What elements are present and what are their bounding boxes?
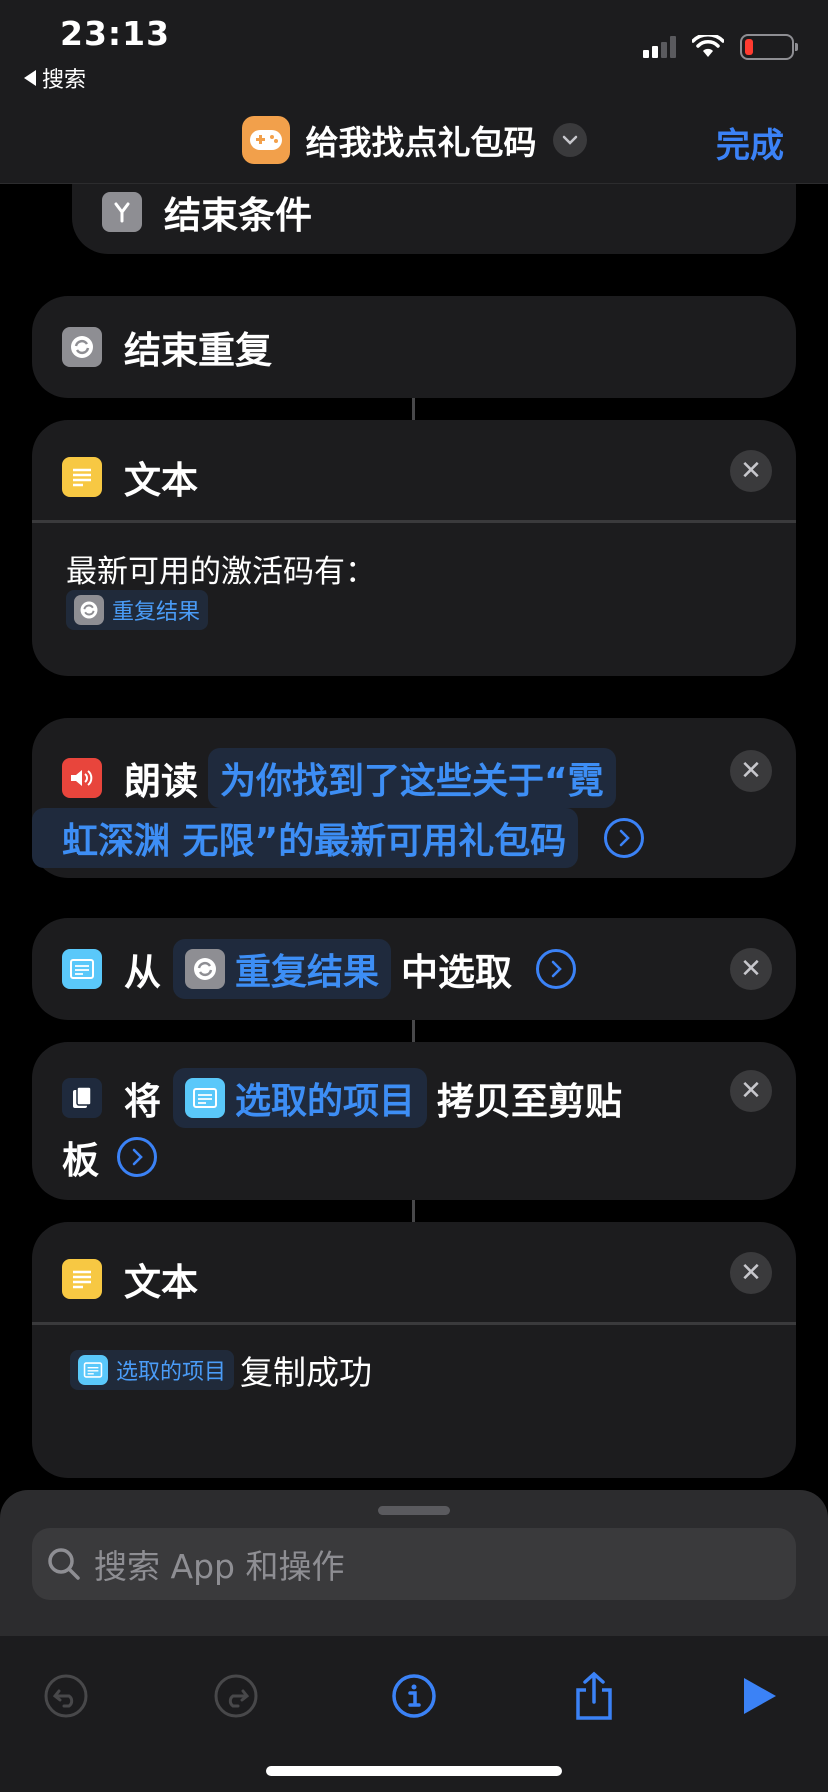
home-indicator: [266, 1766, 562, 1776]
choose-suffix-label: 中选取: [401, 951, 513, 994]
variable-token-chosen-item[interactable]: 选取的项目: [173, 1068, 428, 1128]
list-icon: [62, 949, 102, 989]
action-search-sheet: 搜索 App 和操作: [0, 1490, 828, 1792]
text-1-body[interactable]: 最新可用的激活码有：: [66, 546, 376, 591]
back-triangle-icon: [24, 70, 36, 86]
search-input[interactable]: 搜索 App 和操作: [94, 1540, 344, 1588]
remove-action-icon[interactable]: ✕: [730, 1252, 772, 1294]
expand-chevron-icon[interactable]: [117, 1137, 157, 1177]
top-bar: 23:13 搜索 给我找点礼包码 完成: [0, 0, 828, 184]
chevron-down-icon[interactable]: [552, 123, 587, 157]
sheet-grabber[interactable]: [378, 1506, 450, 1515]
done-button[interactable]: 完成: [716, 118, 784, 167]
speaker-icon: [62, 758, 102, 798]
variable-token-repeat-results[interactable]: 重复结果: [173, 939, 392, 999]
end-if-title: 结束条件: [164, 194, 312, 237]
text-2-body[interactable]: 复制成功: [240, 1346, 372, 1394]
card-divider: [32, 1322, 796, 1325]
choose-from-label: 从: [124, 951, 161, 994]
action-choose-from-list[interactable]: 从 重复结果 中选取 ✕: [32, 918, 796, 1020]
share-icon[interactable]: [564, 1666, 624, 1726]
variable-token-repeat-results[interactable]: 重复结果: [66, 590, 209, 630]
action-text-1[interactable]: 文本 ✕ 最新可用的激活码有： 重复结果: [32, 420, 796, 676]
end-repeat-title: 结束重复: [124, 329, 272, 372]
branch-icon: [102, 192, 142, 232]
text-2-title: 文本: [124, 1261, 198, 1304]
action-copy-to-clipboard[interactable]: 将 选取的项目 拷贝至剪贴 ✕ 板: [32, 1042, 796, 1200]
speak-title: 朗读: [124, 760, 198, 803]
connector-line: [412, 1020, 415, 1042]
status-time: 23:13: [60, 14, 171, 53]
connector-line: [412, 1200, 415, 1222]
undo-icon[interactable]: [36, 1666, 96, 1726]
variable-token-chosen-item[interactable]: 选取的项目: [70, 1350, 235, 1390]
shortcut-title: 给我找点礼包码: [305, 123, 537, 162]
repeat-icon: [74, 595, 104, 625]
back-app-label: 搜索: [42, 68, 87, 93]
repeat-icon: [62, 327, 102, 367]
card-divider: [32, 520, 796, 523]
copy-suffix-label-1: 拷贝至剪贴: [437, 1080, 623, 1123]
action-text-2[interactable]: 文本 ✕ 选取的项目 复制成功: [32, 1222, 796, 1478]
battery-icon: [740, 34, 798, 60]
remove-action-icon[interactable]: ✕: [730, 1070, 772, 1112]
speak-text-param-line2[interactable]: 虹深渊 无限”的最新可用礼包码: [32, 808, 579, 868]
remove-action-icon[interactable]: ✕: [730, 948, 772, 990]
list-icon: [185, 1078, 225, 1118]
remove-action-icon[interactable]: ✕: [730, 750, 772, 792]
expand-chevron-icon[interactable]: [604, 818, 645, 858]
copy-verb-label: 将: [124, 1080, 161, 1123]
action-speak[interactable]: 朗读 为你找到了这些关于“霓 ✕ 虹深渊 无限”的最新可用礼包码: [32, 718, 796, 878]
text-lines-icon: [62, 1259, 102, 1299]
copy-suffix-label-2: 板: [62, 1139, 99, 1182]
shortcut-title-area[interactable]: 给我找点礼包码: [0, 116, 828, 164]
action-end-repeat[interactable]: 结束重复: [32, 296, 796, 398]
redo-icon[interactable]: [206, 1666, 266, 1726]
play-icon[interactable]: [730, 1666, 790, 1726]
repeat-icon: [185, 949, 225, 989]
status-indicators: [643, 34, 798, 60]
variable-label: 重复结果: [235, 952, 380, 993]
remove-action-icon[interactable]: ✕: [730, 450, 772, 492]
search-field[interactable]: 搜索 App 和操作: [32, 1528, 796, 1600]
wifi-icon: [692, 35, 724, 57]
cellular-signal-icon: [643, 36, 676, 58]
variable-label: 选取的项目: [116, 1360, 227, 1385]
expand-chevron-icon[interactable]: [536, 949, 577, 989]
gamepad-icon: [241, 116, 290, 164]
speak-text-param-line1[interactable]: 为你找到了这些关于“霓: [208, 748, 616, 808]
variable-label: 重复结果: [112, 600, 201, 625]
list-icon: [78, 1355, 108, 1385]
connector-line: [412, 398, 415, 420]
variable-label: 选取的项目: [235, 1081, 416, 1122]
text-lines-icon: [62, 457, 102, 497]
bottom-toolbar: [0, 1636, 828, 1792]
text-1-title: 文本: [124, 459, 198, 502]
search-icon: [48, 1548, 80, 1580]
clipboard-icon: [62, 1078, 102, 1118]
info-icon[interactable]: [384, 1666, 444, 1726]
back-to-app-link[interactable]: 搜索: [24, 62, 86, 94]
